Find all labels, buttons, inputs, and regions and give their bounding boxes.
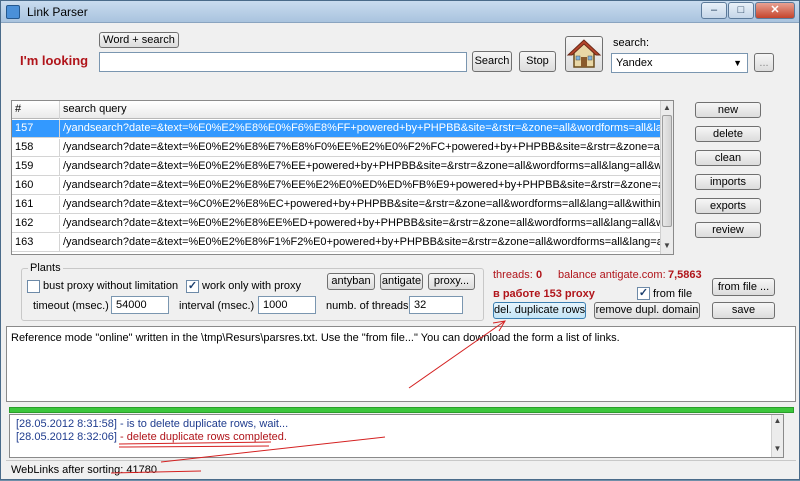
title-bar: Link Parser – □ ✕	[1, 1, 799, 23]
row-number: 160	[12, 177, 60, 195]
scroll-up-icon[interactable]: ▲	[661, 102, 673, 114]
row-query: /yandsearch?date=&text=%E0%E2%E8%E7%EE%E…	[63, 179, 661, 191]
minimize-button[interactable]: –	[701, 2, 727, 19]
log-entry: [28.05.2012 8:32:06] - delete duplicate …	[16, 431, 777, 444]
table-row[interactable]: 163 /yandsearch?date=&text=%E0%E2%E8%F1%…	[12, 234, 661, 252]
table-header: # search query	[12, 101, 661, 119]
work-proxy-label: work only with proxy	[202, 280, 302, 292]
stop-button[interactable]: Stop	[519, 51, 556, 72]
table-row[interactable]: 159 /yandsearch?date=&text=%E0%E2%E8%E7%…	[12, 158, 661, 176]
interval-input[interactable]: 1000	[258, 296, 316, 314]
table-row[interactable]: 160 /yandsearch?date=&text=%E0%E2%E8%E7%…	[12, 177, 661, 195]
table-row[interactable]: 161 /yandsearch?date=&text=%C0%E2%E8%EC+…	[12, 196, 661, 214]
row-number: 158	[12, 139, 60, 157]
balance-label: balance antigate.com:	[558, 269, 666, 281]
log-scrollbar[interactable]: ▲ ▼	[771, 415, 783, 457]
query-input[interactable]	[99, 52, 467, 72]
log-entry: [28.05.2012 8:31:58] - is to delete dupl…	[16, 418, 777, 431]
scroll-up-icon[interactable]: ▲	[772, 415, 783, 427]
info-text-area[interactable]: Reference mode "online" written in the \…	[6, 326, 796, 402]
delete-button[interactable]: delete	[695, 126, 761, 142]
threads-input[interactable]: 32	[409, 296, 463, 314]
antigate-button[interactable]: antigate	[380, 273, 423, 290]
exports-button[interactable]: exports	[695, 198, 761, 214]
plants-title: Plants	[28, 262, 63, 274]
chevron-down-icon: ▼	[733, 58, 742, 68]
timeout-label: timeout (msec.)	[33, 300, 109, 312]
status-text: WebLinks after sorting: 41780	[11, 464, 157, 476]
review-button[interactable]: review	[695, 222, 761, 238]
from-file-checkbox[interactable]: ✓	[637, 287, 650, 300]
work-proxy-checkbox[interactable]: ✓	[186, 280, 199, 293]
imports-button[interactable]: imports	[695, 174, 761, 190]
antyban-button[interactable]: antyban	[327, 273, 375, 290]
row-query: /yandsearch?date=&text=%E0%E2%E8%E7%E8%F…	[63, 141, 661, 153]
in-work-proxy: в работе 153 proxy	[493, 288, 595, 300]
threads-label: numb. of threads	[326, 300, 409, 312]
row-number: 157	[12, 120, 60, 138]
looking-label: I'm looking	[20, 53, 89, 68]
scroll-down-icon[interactable]: ▼	[772, 443, 783, 455]
search-engine-select[interactable]: Yandex ▼	[611, 53, 748, 73]
new-button[interactable]: new	[695, 102, 761, 118]
threads-stat-label: threads:	[493, 269, 533, 281]
table-row[interactable]: 162 /yandsearch?date=&text=%E0%E2%E8%EE%…	[12, 215, 661, 233]
threads-stat-value: 0	[536, 269, 543, 281]
log-panel[interactable]: [28.05.2012 8:31:58] - is to delete dupl…	[9, 414, 784, 458]
delete-duplicate-rows-button[interactable]: del. duplicate rows	[493, 302, 586, 319]
table-scrollbar[interactable]: ▲ ▼	[660, 101, 673, 254]
proxy-button[interactable]: proxy...	[428, 273, 475, 290]
search-engine-value: Yandex	[616, 57, 653, 69]
link-parser-window: Link Parser – □ ✕ Word + search I'm look…	[0, 0, 800, 480]
log-message: - delete duplicate rows completed.	[116, 431, 287, 443]
close-button[interactable]: ✕	[755, 2, 795, 19]
status-bar: WebLinks after sorting: 41780	[6, 460, 796, 479]
table-row[interactable]: 158 /yandsearch?date=&text=%E0%E2%E8%E7%…	[12, 139, 661, 157]
row-number: 159	[12, 158, 60, 176]
search-engine-label: search:	[613, 37, 650, 49]
bust-proxy-label: bust proxy without limitation	[43, 280, 179, 292]
log-message: - is to delete duplicate rows, wait...	[116, 418, 289, 430]
remove-duplicate-domain-button[interactable]: remove dupl. domain	[594, 302, 700, 319]
from-file-button[interactable]: from file ...	[712, 278, 775, 296]
maximize-button[interactable]: □	[728, 2, 754, 19]
word-search-button[interactable]: Word + search	[99, 32, 179, 48]
table-row[interactable]: 157 /yandsearch?date=&text=%E0%E2%E8%E0%…	[12, 120, 661, 138]
search-button[interactable]: Search	[472, 51, 512, 72]
row-number: 163	[12, 234, 60, 252]
log-time: [28.05.2012 8:32:06]	[16, 431, 117, 443]
save-button[interactable]: save	[712, 302, 775, 319]
scroll-down-icon[interactable]: ▼	[661, 240, 673, 252]
row-number: 161	[12, 196, 60, 214]
from-file-label: from file	[653, 288, 693, 300]
row-query: /yandsearch?date=&text=%C0%E2%E8%EC+powe…	[63, 198, 661, 210]
progress-bar	[9, 407, 794, 413]
home-button[interactable]	[565, 36, 603, 72]
timeout-input[interactable]: 54000	[111, 296, 169, 314]
info-text: Reference mode "online" written in the \…	[11, 332, 620, 344]
column-header-query[interactable]: search query	[60, 101, 661, 119]
window-title: Link Parser	[27, 5, 88, 19]
search-query-table: # search query 157 /yandsearch?date=&tex…	[11, 100, 674, 255]
row-query: /yandsearch?date=&text=%E0%E2%E8%E0%F6%E…	[63, 122, 661, 134]
row-query: /yandsearch?date=&text=%E0%E2%E8%E7%EE+p…	[63, 160, 661, 172]
balance-value: 7,5863	[668, 269, 702, 281]
scroll-thumb[interactable]	[662, 115, 672, 227]
log-time: [28.05.2012 8:31:58]	[16, 418, 117, 430]
app-icon	[6, 5, 20, 19]
home-icon	[566, 39, 602, 68]
interval-label: interval (msec.)	[179, 300, 255, 312]
row-query: /yandsearch?date=&text=%E0%E2%E8%EE%ED+p…	[63, 217, 661, 229]
row-query: /yandsearch?date=&text=%E0%E2%E8%F1%F2%E…	[63, 236, 661, 248]
bust-proxy-checkbox[interactable]	[27, 280, 40, 293]
column-header-number[interactable]: #	[12, 101, 60, 119]
more-button[interactable]: ...	[754, 53, 774, 72]
row-number: 162	[12, 215, 60, 233]
clean-button[interactable]: clean	[695, 150, 761, 166]
